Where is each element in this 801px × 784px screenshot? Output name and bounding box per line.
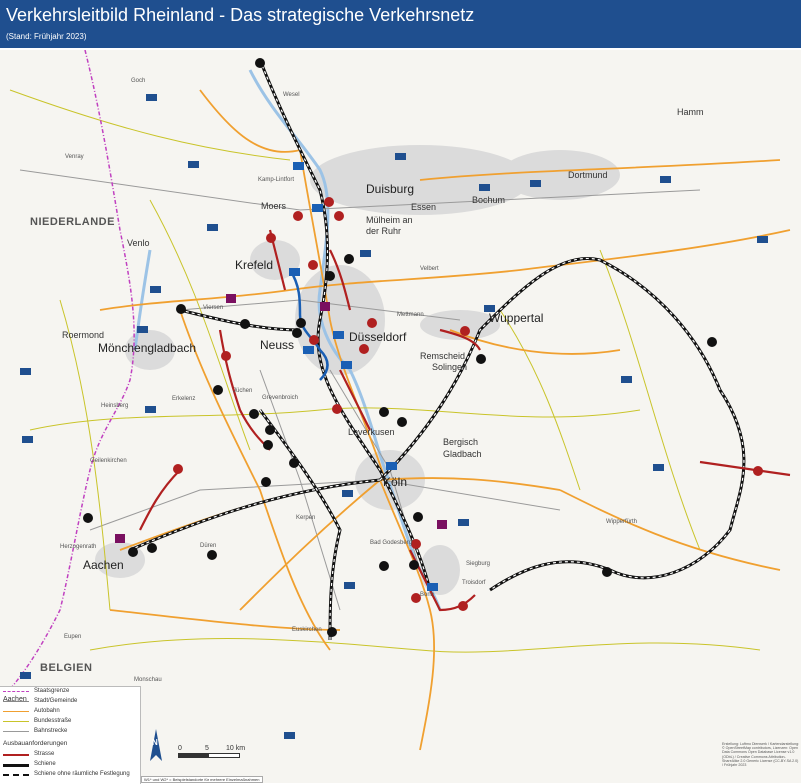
- city-label: Neuss: [260, 338, 295, 352]
- legend-bahnstrecke-symbol: [3, 731, 29, 738]
- city-label: Mülheim an der Ruhr: [366, 215, 413, 236]
- urban-areas: [95, 145, 620, 595]
- town-label: Erkelenz: [172, 396, 196, 402]
- scale-five: 5: [205, 745, 209, 752]
- city-label: Köln: [383, 475, 408, 489]
- city-label: Moers: [261, 201, 287, 211]
- town-label: Mettmann: [397, 312, 424, 318]
- city-label: Aachen: [83, 558, 124, 572]
- country-label-belgien: BELGIEN: [40, 662, 93, 674]
- town-label: Wesel: [283, 92, 300, 98]
- legend-bundesstrasse-label: Bundesstraße: [34, 718, 72, 724]
- city-label: Venlo: [127, 238, 150, 248]
- legend-staatsgrenze-label: Staatsgrenze: [34, 688, 70, 694]
- town-label: Düren: [200, 543, 217, 549]
- city-label: Essen: [411, 202, 437, 212]
- map-subtitle: (Stand: Frühjahr 2023): [6, 32, 87, 41]
- city-label: Mönchengladbach: [98, 341, 197, 355]
- map-legend: Staatsgrenze Stadt/Gemeinde Aachen Autob…: [0, 686, 141, 784]
- legend-schiene-ohne-symbol: [3, 774, 29, 782]
- legend-autobahn-symbol: [3, 711, 29, 718]
- town-label: Euskirchen: [292, 627, 322, 633]
- map-canvas[interactable]: NIEDERLANDE BELGIEN Duisburg Krefeld Neu…: [0, 50, 801, 783]
- city-label: Remscheid: [420, 351, 466, 361]
- legend-strasse-label: Strasse: [34, 751, 55, 757]
- north-arrow-icon: N: [147, 727, 165, 767]
- town-label: Troisdorf: [462, 580, 486, 586]
- town-label: Herzogenrath: [60, 544, 97, 550]
- town-label: Grevenbroich: [262, 395, 299, 401]
- legend-aachen-sample: Aachen: [3, 696, 27, 703]
- country-label-niederlande: NIEDERLANDE: [30, 216, 115, 228]
- city-label: Hamm: [677, 107, 704, 117]
- legend-strasse-symbol: [3, 754, 29, 762]
- map-title: Verkehrsleitbild Rheinland - Das strateg…: [6, 5, 475, 25]
- town-label: Jüchen: [233, 388, 253, 394]
- town-label: Goch: [131, 78, 146, 84]
- legend-autobahn-label: Autobahn: [34, 708, 60, 714]
- city-label: Dortmund: [568, 170, 608, 180]
- scale-zero: 0: [178, 745, 182, 752]
- town-label: Venray: [65, 154, 84, 160]
- town-label: Kamp-Lintfort: [258, 177, 295, 183]
- city-label: Bergisch Gladbach: [443, 437, 482, 459]
- city-label: Roermond: [62, 330, 105, 340]
- town-label: Heinsberg: [101, 403, 129, 409]
- legend-bundesstrasse-symbol: [3, 721, 29, 728]
- town-label: Siegburg: [466, 561, 491, 567]
- scale-ten: 10 km: [226, 745, 246, 752]
- map-graphics: [0, 50, 791, 751]
- north-letter: N: [152, 738, 158, 747]
- town-label: Geilenkirchen: [90, 458, 127, 464]
- town-label: Viersen: [203, 305, 224, 311]
- road-upgrades: [139, 229, 791, 612]
- legend-bahnstrecke-label: Bahnstrecke: [34, 728, 68, 734]
- map-credits: Erstellung: Luftmo Dienwerk / Kartendars…: [722, 742, 800, 768]
- town-label: Kerpen: [296, 515, 316, 521]
- city-label: Leverkusen: [348, 427, 395, 437]
- city-label: Krefeld: [235, 258, 274, 272]
- legend-schiene-symbol: [3, 764, 29, 773]
- town-label: Bad Godesberg: [370, 540, 413, 546]
- town-label: Eupen: [64, 634, 82, 640]
- town-label: Bonn: [420, 592, 435, 598]
- scale-bar: 0 5 10 km: [178, 745, 258, 765]
- city-label: Duisburg: [366, 182, 415, 196]
- town-label: Wipperfürth: [606, 519, 638, 525]
- legend-stadt-label: Stadt/Gemeinde: [34, 698, 78, 704]
- footnote: W1* und W2* = Beispielstandorte für mehr…: [141, 776, 263, 783]
- map-header: Verkehrsleitbild Rheinland - Das strateg…: [0, 0, 801, 48]
- city-label: Bochum: [472, 195, 506, 205]
- town-label: Velbert: [420, 266, 439, 272]
- legend-schiene-label: Schiene: [34, 761, 56, 767]
- legend-schiene-ohne-label: Schiene ohne räumliche Festlegung: [34, 771, 130, 777]
- city-label: Solingen: [432, 362, 468, 372]
- city-label: Düsseldorf: [349, 330, 407, 344]
- city-label: Wuppertal: [489, 311, 544, 325]
- town-label: Monschau: [134, 677, 162, 683]
- legend-heading: Ausbauanforderungen: [3, 740, 68, 747]
